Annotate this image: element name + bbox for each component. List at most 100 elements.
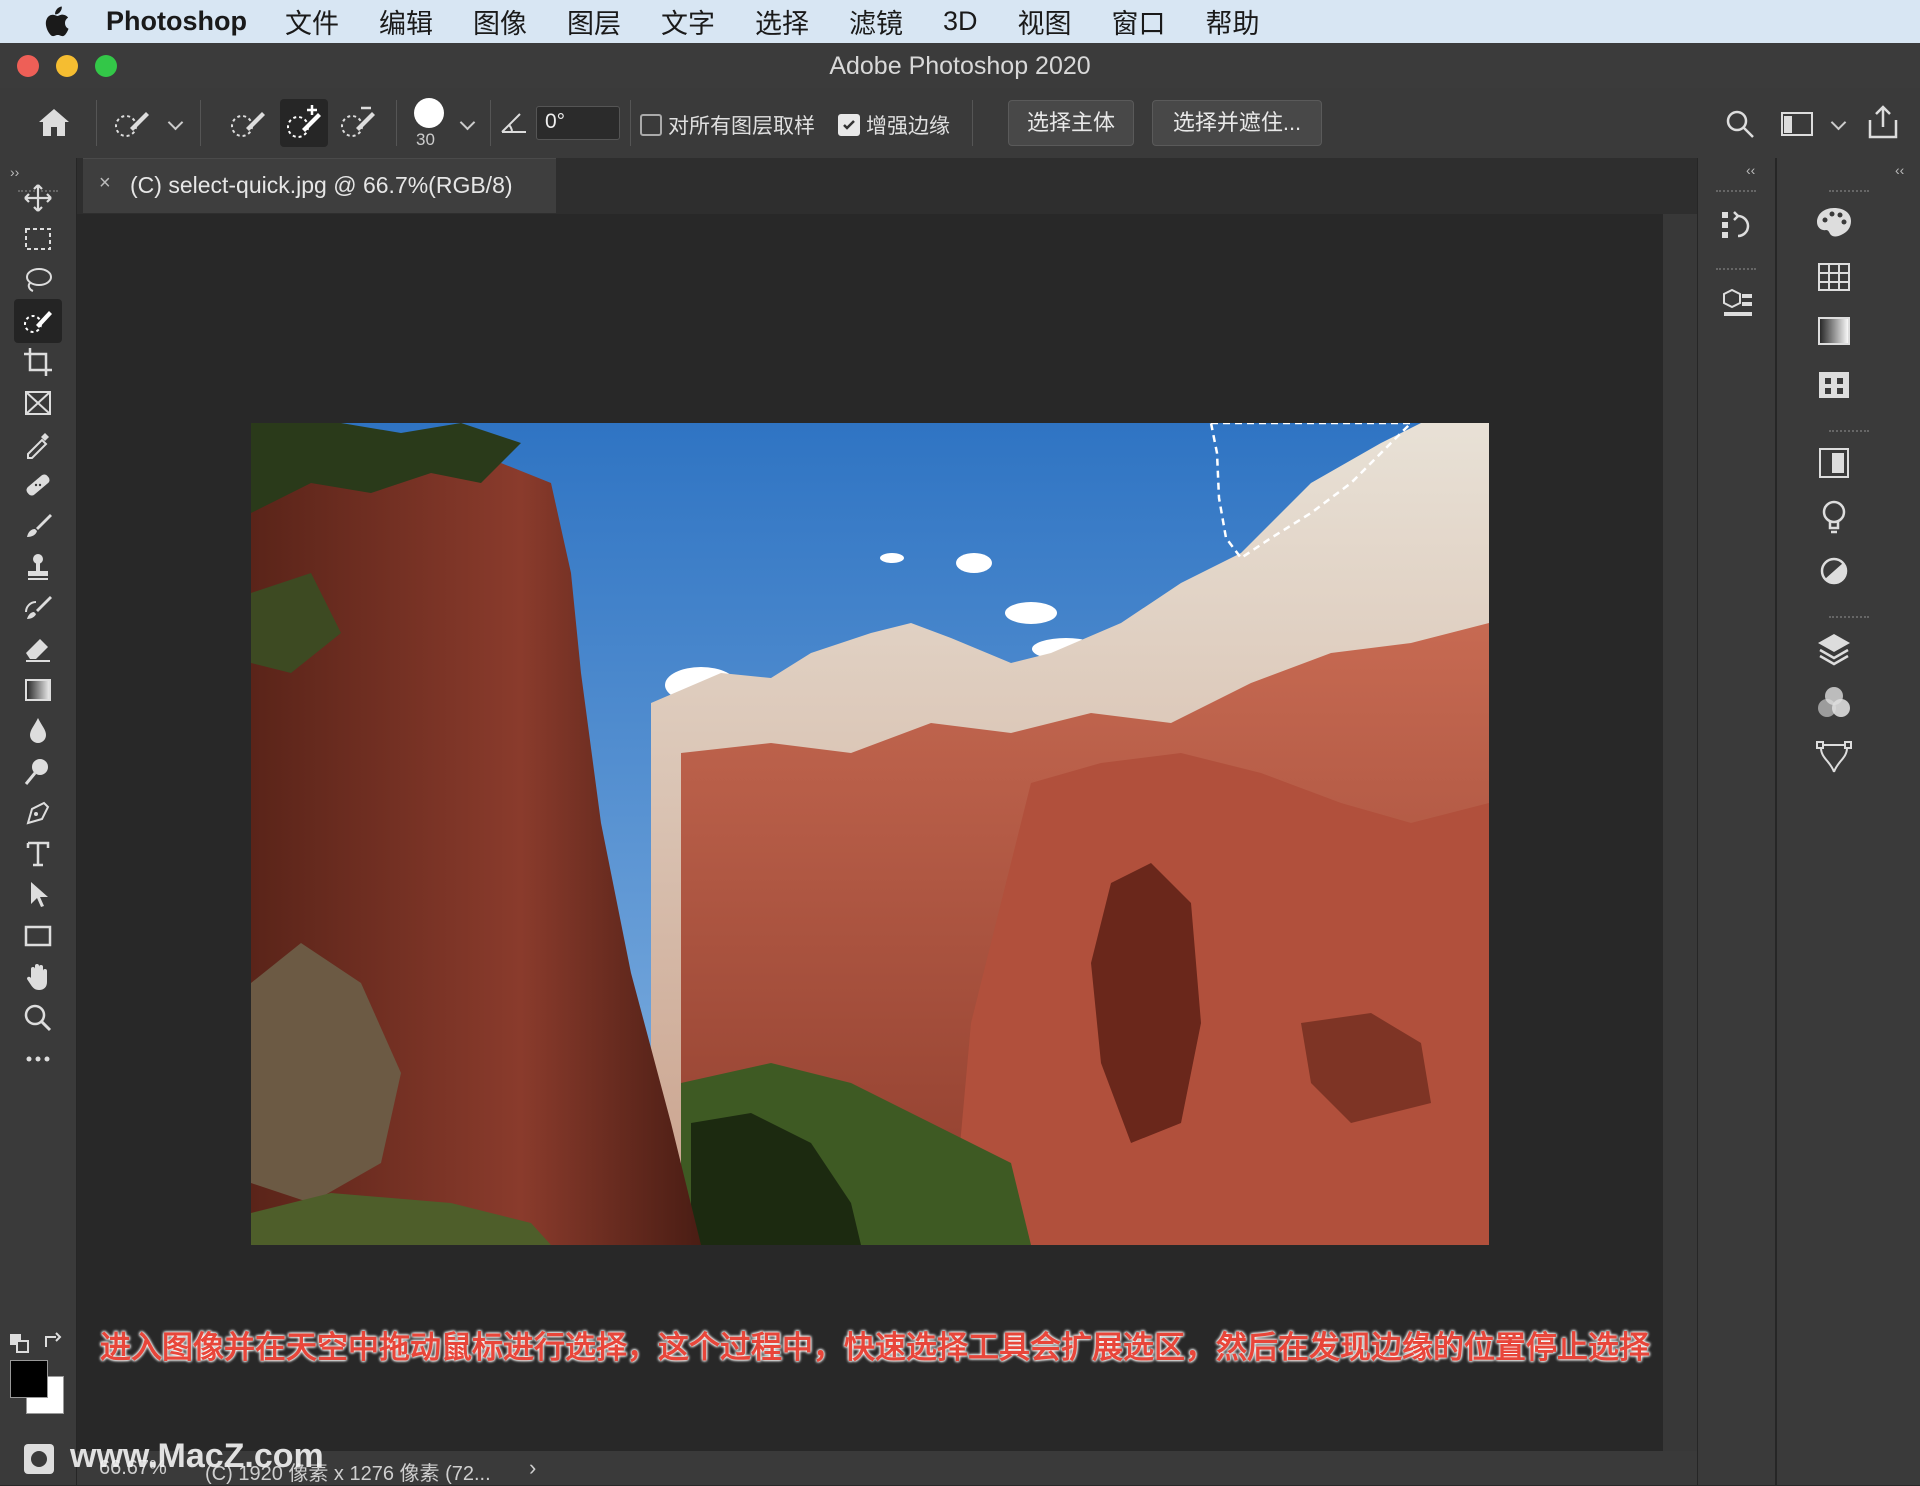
type-icon xyxy=(26,841,50,867)
zoom-tool[interactable] xyxy=(14,996,62,1040)
menu-help[interactable]: 帮助 xyxy=(1206,2,1260,41)
type-tool[interactable] xyxy=(14,832,62,876)
swatches-icon[interactable] xyxy=(1813,256,1855,298)
drop-icon xyxy=(30,718,46,743)
spot-healing-tool[interactable] xyxy=(14,463,62,507)
channels-icon[interactable] xyxy=(1813,682,1855,724)
quick-selection-tool[interactable] xyxy=(14,299,62,343)
checkmark-icon xyxy=(843,120,855,130)
gradients-icon[interactable] xyxy=(1813,310,1855,352)
menu-image[interactable]: 图像 xyxy=(473,2,527,41)
move-tool[interactable] xyxy=(14,176,62,220)
menu-window[interactable]: 窗口 xyxy=(1112,2,1166,41)
watermark: www.MacZ.com xyxy=(70,1437,324,1475)
hand-tool[interactable] xyxy=(14,955,62,999)
swap-colors-icon[interactable] xyxy=(42,1330,64,1352)
sample-all-layers-checkbox[interactable] xyxy=(640,114,662,136)
properties-icon[interactable] xyxy=(1813,442,1855,484)
hand-icon xyxy=(26,964,47,990)
menu-filter[interactable]: 滤镜 xyxy=(849,2,903,41)
pen-tool[interactable] xyxy=(14,791,62,835)
collapse-dock-a-toggle[interactable]: ‹‹ xyxy=(1746,162,1755,178)
paths-icon[interactable] xyxy=(1813,736,1855,778)
vertical-scrollbar[interactable] xyxy=(1663,214,1697,1451)
menubar: Photoshop 文件 编辑 图像 图层 文字 选择 滤镜 3D 视图 窗口 … xyxy=(0,0,1920,43)
history-brush-tool[interactable] xyxy=(14,586,62,630)
foreground-color-swatch[interactable] xyxy=(10,1360,48,1398)
workspace-icon[interactable] xyxy=(1780,110,1814,138)
enhance-edge-checkbox[interactable] xyxy=(838,114,860,136)
menu-3d[interactable]: 3D xyxy=(943,6,978,37)
window-titlebar: Adobe Photoshop 2020 xyxy=(0,43,1920,89)
rectangle-icon xyxy=(24,925,52,947)
zoom-icon xyxy=(24,1004,52,1032)
color-palette-icon[interactable] xyxy=(1813,202,1855,244)
menu-layer[interactable]: 图层 xyxy=(567,2,621,41)
more-tools-button[interactable] xyxy=(14,1037,62,1081)
angle-input[interactable]: 0° xyxy=(536,106,620,140)
tutorial-caption: 进入图像并在天空中拖动鼠标进行选择，这个过程中，快速选择工具会扩展选区，然后在发… xyxy=(100,1330,1650,1365)
new-selection-icon[interactable] xyxy=(228,104,268,142)
dodge-tool[interactable] xyxy=(14,750,62,794)
3d-materials-icon[interactable] xyxy=(1716,284,1758,326)
dodge-icon xyxy=(24,759,48,785)
eraser-tool[interactable] xyxy=(14,627,62,671)
menu-file[interactable]: 文件 xyxy=(285,2,339,41)
document-image[interactable] xyxy=(251,423,1489,1245)
eyedropper-icon xyxy=(27,433,49,459)
subtract-from-selection-icon[interactable] xyxy=(338,104,378,142)
sample-all-layers-label: 对所有图层取样 xyxy=(668,115,815,138)
add-to-selection-button[interactable] xyxy=(280,99,328,147)
select-and-mask-button[interactable]: 选择并遮住... xyxy=(1152,100,1322,146)
select-subject-button[interactable]: 选择主体 xyxy=(1008,100,1134,146)
chevron-down-icon[interactable] xyxy=(167,114,184,131)
home-icon[interactable] xyxy=(36,106,72,140)
history-icon[interactable] xyxy=(1716,206,1758,248)
path-selection-tool[interactable] xyxy=(14,873,62,917)
pen-icon xyxy=(26,801,50,825)
rectangle-tool[interactable] xyxy=(14,914,62,958)
eraser-icon xyxy=(26,639,50,662)
angle-value: 0° xyxy=(545,110,566,133)
share-icon[interactable] xyxy=(1866,104,1900,140)
menu-type[interactable]: 文字 xyxy=(661,2,715,41)
crop-tool[interactable] xyxy=(14,340,62,384)
frame-icon xyxy=(25,391,51,415)
menu-view[interactable]: 视图 xyxy=(1018,2,1072,41)
gradient-icon xyxy=(25,679,51,701)
layers-icon[interactable] xyxy=(1813,628,1855,670)
clone-stamp-tool[interactable] xyxy=(14,545,62,589)
search-icon[interactable] xyxy=(1724,108,1756,140)
arrow-pointer-icon xyxy=(31,882,48,907)
brush-options-chevron-icon[interactable] xyxy=(459,114,476,131)
brush-size-value: 30 xyxy=(416,130,435,149)
ellipsis-icon xyxy=(26,1056,50,1062)
adjustments-icon[interactable] xyxy=(1813,550,1855,592)
quick-mask-icon[interactable] xyxy=(22,1442,56,1476)
lasso-icon xyxy=(26,268,52,292)
menu-app-photoshop[interactable]: Photoshop xyxy=(106,6,247,37)
status-menu-arrow[interactable]: › xyxy=(529,1455,536,1481)
history-brush-icon xyxy=(25,596,52,619)
gradient-tool[interactable] xyxy=(14,668,62,712)
brush-size-preview[interactable] xyxy=(414,98,444,128)
patterns-icon[interactable] xyxy=(1813,364,1855,406)
menu-edit[interactable]: 编辑 xyxy=(379,2,433,41)
menu-select[interactable]: 选择 xyxy=(755,2,809,41)
apple-icon[interactable] xyxy=(40,6,70,38)
brush-tool[interactable] xyxy=(14,504,62,548)
blur-tool[interactable] xyxy=(14,709,62,753)
document-tab[interactable]: × (C) select-quick.jpg @ 66.7%(RGB/8) xyxy=(83,158,556,213)
frame-tool[interactable] xyxy=(14,381,62,425)
learn-lightbulb-icon[interactable] xyxy=(1813,496,1855,538)
default-colors-icon[interactable] xyxy=(8,1332,32,1354)
close-tab-icon[interactable]: × xyxy=(99,172,111,195)
quick-selection-preset-icon[interactable] xyxy=(112,106,152,142)
rectangular-marquee-tool[interactable] xyxy=(14,217,62,261)
collapse-dock-b-toggle[interactable]: ‹‹ xyxy=(1895,162,1904,178)
lasso-tool[interactable] xyxy=(14,258,62,302)
canyon-photo xyxy=(251,423,1489,1245)
workspace-chevron-icon[interactable] xyxy=(1830,114,1847,131)
eyedropper-tool[interactable] xyxy=(14,422,62,466)
stamp-icon xyxy=(28,554,48,580)
